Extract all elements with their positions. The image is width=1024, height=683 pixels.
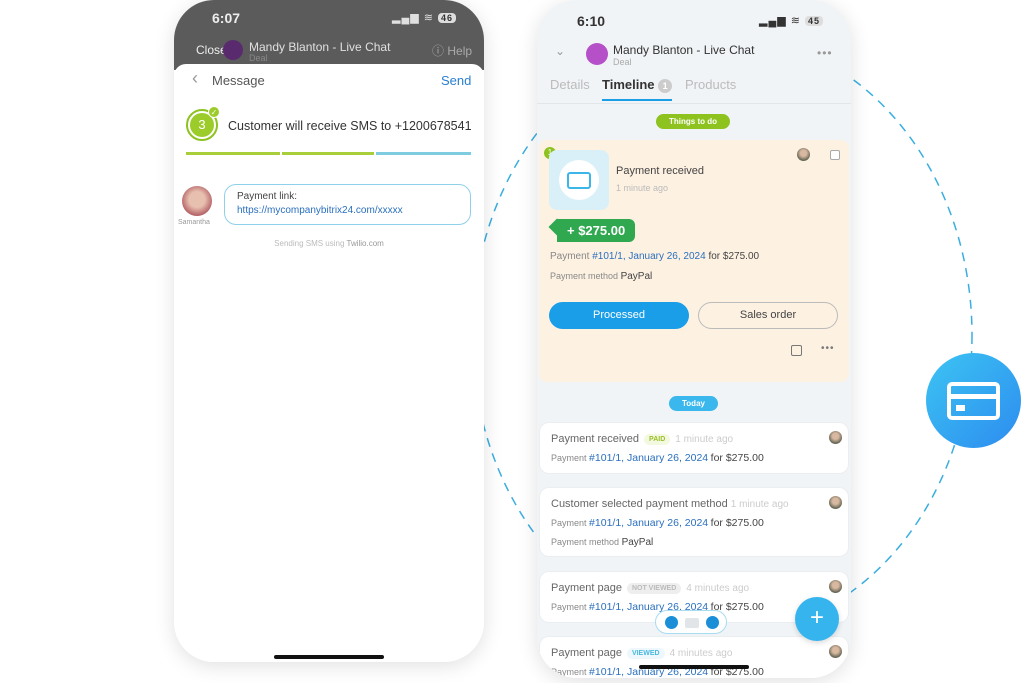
right-phone-screen: 6:10 ▂▄▆ ≋ 45 ⌄ Mandy Blanton - Live Cha…: [537, 0, 851, 678]
status-icons: ▂▄▆ ≋ 46: [392, 11, 457, 24]
communication-bar: [655, 610, 727, 634]
divider: [537, 103, 851, 104]
today-label: Today: [669, 396, 718, 411]
background-header: 6:07 ▂▄▆ ≋ 46 Close Mandy Blanton - Live…: [174, 0, 484, 70]
home-indicator: [274, 655, 384, 659]
todo-time: 1 minute ago: [616, 183, 669, 193]
timeline-item[interactable]: Payment received PAID 1 minute ago Payment…: [539, 422, 849, 474]
timeline-count-badge: 1: [658, 79, 673, 93]
progress-segment-2: [282, 152, 374, 155]
collapse-chevron-icon[interactable]: ⌄: [555, 44, 565, 58]
status-badge: VIEWED: [626, 648, 665, 659]
note-icon[interactable]: [791, 345, 802, 356]
help-icon: ⓘ: [432, 44, 445, 58]
status-time: 6:07: [212, 10, 241, 26]
progress-segment-3: [376, 152, 471, 155]
responsible-avatar[interactable]: [797, 148, 810, 161]
tab-products[interactable]: Products: [685, 77, 736, 92]
credit-card-icon: [947, 382, 1000, 420]
message-bubble: Payment link: https://mycompanybitrix24.…: [224, 184, 471, 225]
battery-icon: 45: [805, 16, 824, 26]
todo-title: Payment received: [616, 165, 705, 177]
status-time: 6:10: [577, 13, 606, 29]
status-icons: ▂▄▆ ≋ 45: [759, 14, 824, 27]
step-text: Customer will receive SMS to +1200678541: [228, 119, 472, 133]
active-tab-underline: [602, 99, 672, 101]
more-icon[interactable]: •••: [817, 46, 833, 60]
tab-timeline[interactable]: Timeline 1: [602, 77, 673, 93]
author-avatar: [829, 580, 842, 593]
payment-feature-badge: [926, 353, 1021, 448]
payment-tile: [549, 150, 609, 210]
sending-note: Sending SMS using Twilio.com: [274, 239, 384, 248]
things-to-do-label: Things to do: [656, 114, 730, 129]
deal-avatar-icon: [223, 40, 243, 60]
back-chevron-icon[interactable]: ‹: [192, 68, 198, 89]
author-avatar: [829, 645, 842, 658]
status-badge: PAID: [644, 434, 671, 445]
sales-order-button[interactable]: Sales order: [698, 302, 838, 329]
payment-link[interactable]: https://mycompanybitrix24.com/xxxxx: [237, 205, 458, 216]
dashed-connector-ring: [471, 34, 973, 636]
progress-segment-1: [186, 152, 280, 155]
header-title: Mandy Blanton - Live Chat: [249, 40, 391, 54]
timeline-item[interactable]: Payment page VIEWED 4 minutes ago Payment …: [539, 636, 849, 678]
home-indicator: [639, 665, 749, 669]
help-button[interactable]: ⓘ Help: [432, 42, 472, 59]
add-fab-button[interactable]: +: [795, 597, 839, 641]
header-subtitle: Deal: [613, 57, 632, 67]
sheet-title: Message: [212, 73, 265, 88]
sender-name: Samantha: [178, 219, 210, 226]
timeline-item[interactable]: Customer selected payment method 1 minut…: [539, 487, 849, 557]
todo-payment-line: Payment #101/1, January 26, 2024 for $27…: [550, 251, 760, 262]
complete-checkbox[interactable]: [830, 150, 840, 160]
message-label: Payment link:: [237, 191, 298, 202]
header-subtitle: Deal: [249, 53, 268, 63]
deal-avatar-icon: [586, 43, 608, 65]
phone-icon[interactable]: [665, 616, 678, 629]
credit-card-icon: [567, 172, 591, 189]
status-badge: NOT VIEWED: [626, 583, 682, 594]
mail-icon[interactable]: [685, 618, 699, 628]
battery-icon: 46: [438, 13, 457, 23]
amount-tag: + $275.00: [557, 219, 636, 242]
author-avatar: [829, 496, 842, 509]
chat-icon[interactable]: [706, 616, 719, 629]
todo-method-line: Payment method PayPal: [550, 271, 653, 282]
todo-card: 1 Payment received 1 minute ago + $275.0…: [539, 140, 849, 382]
card-more-icon[interactable]: •••: [821, 343, 835, 354]
check-icon: ✓: [208, 106, 220, 118]
header-title: Mandy Blanton - Live Chat: [613, 43, 755, 57]
send-button[interactable]: Send: [441, 73, 471, 88]
sender-avatar: [182, 186, 212, 216]
tab-details[interactable]: Details: [550, 77, 590, 92]
left-phone-screen: 6:07 ▂▄▆ ≋ 46 Close Mandy Blanton - Live…: [174, 0, 484, 662]
processed-button[interactable]: Processed: [549, 302, 689, 329]
message-sheet: ‹ Message Send 3 ✓ Customer will receive…: [174, 64, 484, 662]
author-avatar: [829, 431, 842, 444]
